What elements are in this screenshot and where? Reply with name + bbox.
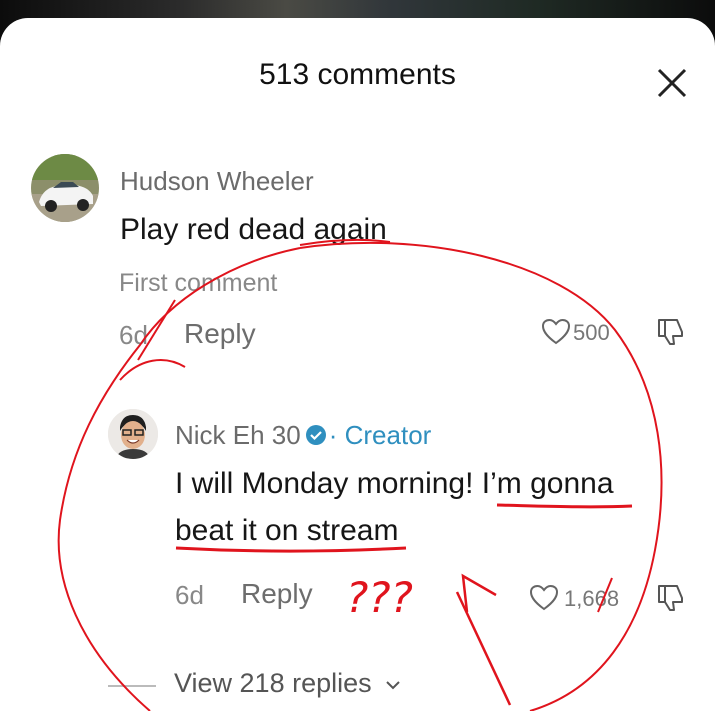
comment-text-line-1: I will Monday morning! I’m gonna [175, 467, 614, 500]
comment-author[interactable]: Hudson Wheeler [120, 166, 314, 197]
like-count: 500 [573, 320, 610, 345]
verified-badge-icon [305, 425, 326, 446]
like-count: 1,668 [564, 586, 620, 611]
dislike-icon[interactable] [655, 316, 687, 348]
comment-age: 6d [175, 580, 204, 610]
comment-text-line-2: beat it on stream [175, 514, 399, 547]
avatar[interactable] [108, 409, 158, 459]
avatar[interactable] [31, 154, 99, 222]
heart-icon[interactable] [529, 584, 559, 612]
comment-text: Play red dead again [120, 213, 387, 246]
view-replies-button[interactable]: View 218 replies [174, 668, 401, 699]
dislike-icon[interactable] [655, 582, 687, 614]
replies-divider [108, 685, 156, 687]
author-name: Nick Eh 30 [175, 420, 301, 450]
reply-button[interactable]: Reply [184, 318, 256, 350]
reply-button[interactable]: Reply [241, 578, 313, 610]
comments-title: 513 comments [259, 58, 456, 91]
heart-icon[interactable] [541, 318, 571, 346]
comment-age: 6d [119, 320, 148, 350]
comment-author[interactable]: Nick Eh 30 · Creator [175, 420, 431, 451]
view-replies-label: View 218 replies [174, 668, 372, 698]
chevron-down-icon [386, 681, 400, 690]
creator-label: · Creator [328, 420, 432, 450]
close-icon[interactable] [655, 66, 689, 100]
first-comment-badge: First comment [119, 269, 278, 297]
